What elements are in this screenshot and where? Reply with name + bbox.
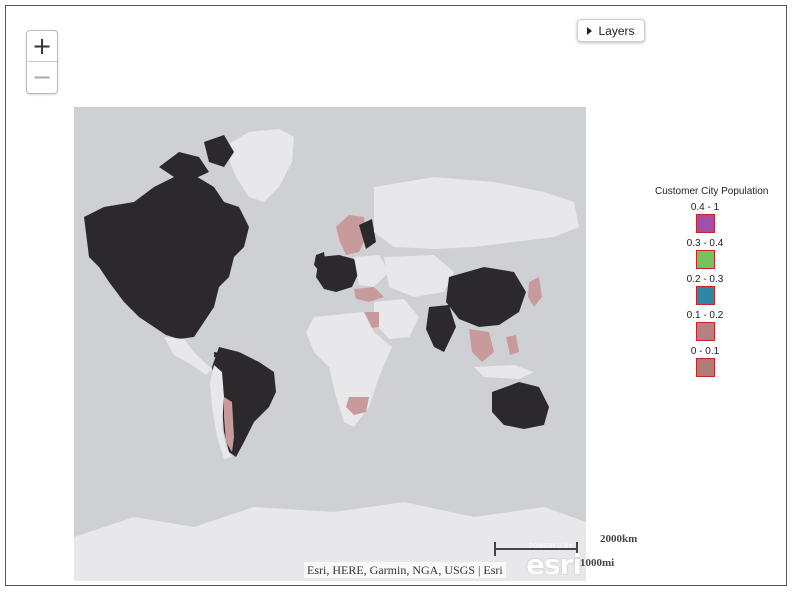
land-balkans [354, 287, 384, 302]
land-middle-east [374, 299, 419, 339]
legend-item: 0.1 - 0.2 [655, 309, 755, 343]
legend-item: 0.4 - 1 [655, 201, 755, 235]
legend-swatch [695, 250, 715, 269]
land-mexico [164, 337, 212, 375]
legend-label: 0.3 - 0.4 [686, 238, 724, 249]
legend-swatch [695, 214, 715, 233]
legend-label: 0.1 - 0.2 [686, 310, 724, 321]
legend-item: 0 - 0.1 [655, 345, 755, 379]
land-eastern-europe [354, 255, 389, 287]
zoom-out-button[interactable]: − [27, 61, 57, 92]
land-scandinavia [336, 215, 366, 255]
scale-tick-left [494, 542, 496, 556]
land-se-asia [469, 329, 494, 362]
world-map [74, 129, 586, 581]
map-attribution: Esri, HERE, Garmin, NGA, USGS | Esri [304, 562, 506, 578]
zoom-in-button[interactable]: + [27, 31, 57, 61]
esri-text: esri [526, 548, 582, 581]
layers-button[interactable]: Layers [577, 19, 645, 42]
land-central-asia [384, 255, 454, 297]
land-arctic-islands [159, 152, 209, 179]
land-baffin [204, 135, 234, 167]
land-indonesia [474, 365, 534, 379]
legend-swatch [695, 286, 715, 305]
legend-item: 0.3 - 0.4 [655, 237, 755, 271]
land-japan [528, 277, 542, 307]
land-greenland [224, 129, 294, 202]
land-russia [374, 177, 579, 249]
land-philippines [506, 335, 519, 355]
esri-logo: POWERED BY esri [526, 544, 586, 581]
legend-label: 0.4 - 1 [690, 202, 720, 213]
legend-title: Customer City Population [655, 186, 769, 197]
legend-swatch [695, 322, 715, 341]
layers-label: Layers [598, 23, 635, 38]
legend-label: 0 - 0.1 [690, 346, 720, 357]
caret-right-icon [587, 26, 593, 35]
zoom-control: + − [26, 30, 58, 94]
land-china [446, 267, 526, 327]
land-australia [492, 382, 549, 429]
scale-km-label: 2000km [600, 533, 638, 545]
land-india [426, 305, 456, 352]
legend-item: 0.2 - 0.3 [655, 273, 755, 307]
legend-label: 0.2 - 0.3 [686, 274, 724, 285]
land-north-america [84, 175, 249, 339]
map-view[interactable] [74, 107, 586, 581]
legend: Customer City Population 0.4 - 1 0.3 - 0… [655, 186, 769, 381]
legend-swatch [695, 358, 715, 377]
